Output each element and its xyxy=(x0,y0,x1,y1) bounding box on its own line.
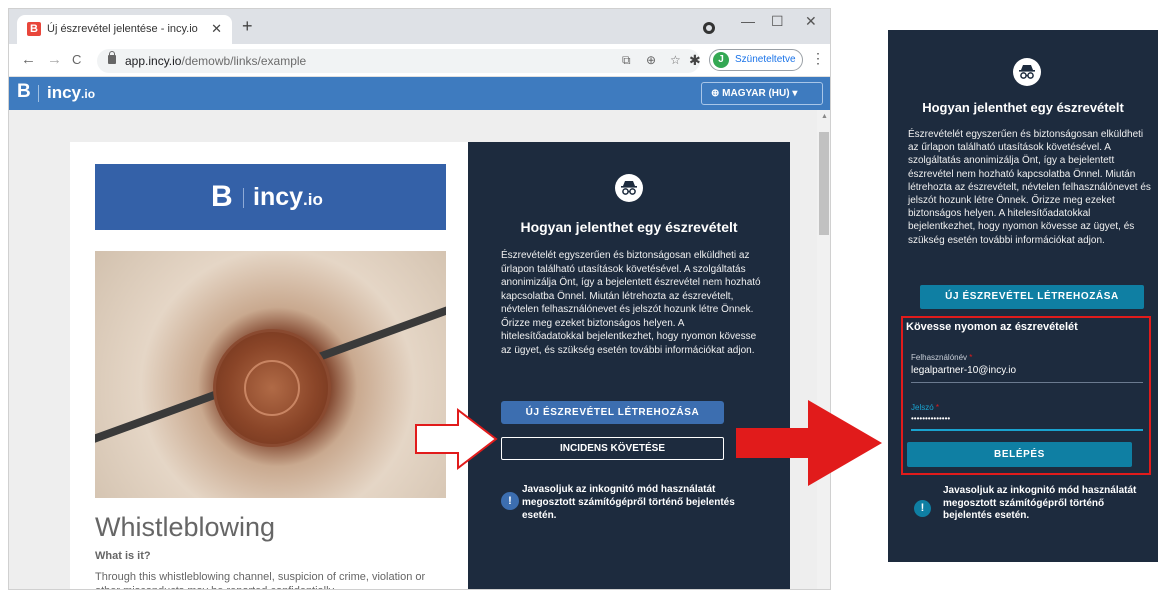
maximize-button[interactable]: ☐ xyxy=(771,13,784,30)
panel-title: Hogyan jelenthet egy észrevételt xyxy=(520,219,738,235)
card-logo-name: incy.io xyxy=(253,183,323,211)
track-incident-button[interactable]: INCIDENS KÖVETÉSE xyxy=(501,437,724,460)
info-icon: ! xyxy=(501,492,519,510)
login-button[interactable]: BELÉPÉS xyxy=(907,442,1132,467)
profile-status: Szüneteltetve xyxy=(735,54,796,65)
username-field[interactable]: legalpartner-10@incy.io xyxy=(911,365,1016,376)
lock-icon[interactable] xyxy=(108,51,116,64)
wax-seal-image xyxy=(95,251,446,498)
minimize-button[interactable]: — xyxy=(741,13,755,29)
language-selector[interactable]: ⊕ MAGYAR (HU) ▾ xyxy=(701,82,823,105)
username-label: Felhasználónév * xyxy=(911,353,973,362)
new-tab-button[interactable]: + xyxy=(242,17,253,35)
browser-window: B Új észrevétel jelentése - incy.io ✕ + … xyxy=(8,8,831,590)
password-underline xyxy=(911,429,1143,431)
app-header: B incy.io ⊕ MAGYAR (HU) ▾ xyxy=(9,77,830,110)
zoomed-panel: Hogyan jelenthet egy észrevételt Észrevé… xyxy=(888,30,1158,562)
browser-tab[interactable]: B Új észrevétel jelentése - incy.io ✕ xyxy=(17,15,232,44)
url-text: app.incy.io/demowb/links/example xyxy=(125,54,307,68)
incy-logo-icon[interactable]: B xyxy=(17,81,31,103)
form-title: Kövesse nyomon az észrevételét xyxy=(906,321,1078,333)
seal-graphic xyxy=(213,329,331,447)
scrollbar-thumb[interactable] xyxy=(819,132,829,235)
seal-ring xyxy=(244,360,300,416)
panel-instructions: Észrevételét egyszerűen és biztonságosan… xyxy=(501,250,761,356)
incognito-note: Javasoljuk az inkognitó mód használatát … xyxy=(522,484,735,521)
window-close-button[interactable]: ✕ xyxy=(805,13,817,30)
incy-logo-icon: B xyxy=(211,180,233,213)
info-icon: ! xyxy=(914,500,931,517)
star-icon[interactable]: ☆ xyxy=(670,53,681,67)
scroll-up-icon[interactable]: ▲ xyxy=(821,113,828,120)
back-button[interactable]: ← xyxy=(21,51,36,68)
username-underline xyxy=(911,382,1143,383)
report-panel: Hogyan jelenthet egy észrevételt Észrevé… xyxy=(468,142,790,589)
info-card: B incy.io Whistleblowing What is it? Thr… xyxy=(70,142,468,589)
avatar: J xyxy=(713,52,729,68)
extensions-icon[interactable]: ✱ xyxy=(689,52,701,69)
solid-arrow-icon xyxy=(736,400,882,486)
tab-title: Új észrevétel jelentése - incy.io xyxy=(47,23,198,35)
zoom-icon[interactable]: ⊕ xyxy=(646,53,656,67)
panel-instructions: Észrevételét egyszerűen és biztonságosan… xyxy=(908,129,1151,246)
new-report-button[interactable]: ÚJ ÉSZREVÉTEL LÉTREHOZÁSA xyxy=(920,285,1144,309)
section-description: Through this whistleblowing channel, sus… xyxy=(95,571,426,589)
incognito-note: Javasoljuk az inkognitó mód használatát … xyxy=(943,485,1137,521)
password-field[interactable]: •••••••••••••• xyxy=(911,414,950,423)
panel-title: Hogyan jelenthet egy észrevételt xyxy=(922,100,1124,115)
logo-divider xyxy=(38,85,39,102)
address-bar[interactable]: app.incy.io/demowb/links/example ⧉ ⊕ ☆ xyxy=(97,49,700,73)
logo-divider xyxy=(243,188,244,208)
reload-button[interactable]: C xyxy=(72,52,81,67)
media-record-icon[interactable] xyxy=(703,22,715,34)
favicon-icon: B xyxy=(27,22,41,36)
card-logo-banner: B incy.io xyxy=(95,164,446,230)
browser-menu-icon[interactable]: ⋮ xyxy=(811,50,825,67)
password-label: Jelszó * xyxy=(911,403,940,412)
profile-button[interactable]: J Szüneteltetve xyxy=(709,49,803,71)
page-viewport: B incy.io Whistleblowing What is it? Thr… xyxy=(9,110,817,589)
screen-translate-icon[interactable]: ⧉ xyxy=(622,53,631,68)
incognito-icon xyxy=(615,174,643,202)
scrollbar[interactable]: ▲ xyxy=(817,110,830,589)
tab-close-icon[interactable]: ✕ xyxy=(211,21,222,37)
section-subtitle: What is it? xyxy=(95,550,151,562)
new-report-button[interactable]: ÚJ ÉSZREVÉTEL LÉTREHOZÁSA xyxy=(501,401,724,424)
screenshot-composite: B Új észrevétel jelentése - incy.io ✕ + … xyxy=(0,0,1160,590)
forward-button[interactable]: → xyxy=(47,51,62,68)
app-name[interactable]: incy.io xyxy=(47,83,95,103)
outline-arrow-icon xyxy=(415,408,498,470)
page-title: Whistleblowing xyxy=(95,512,276,542)
incognito-icon xyxy=(1013,58,1041,86)
tab-strip: B Új észrevétel jelentése - incy.io ✕ + … xyxy=(9,9,830,44)
browser-toolbar: ← → C app.incy.io/demowb/links/example ⧉… xyxy=(9,44,830,77)
